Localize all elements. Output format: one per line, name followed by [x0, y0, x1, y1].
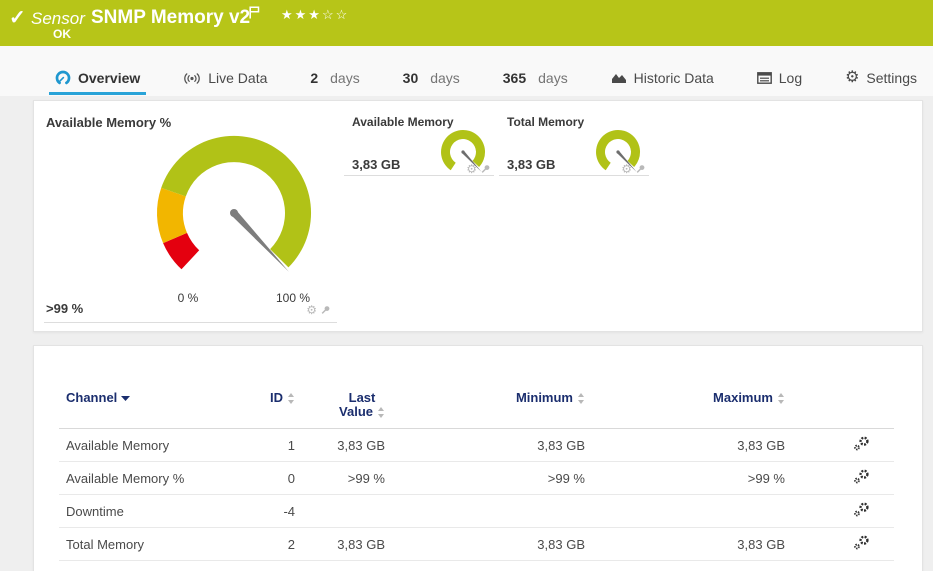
pin-icon[interactable]: [480, 164, 491, 175]
tab-day-unit: days: [430, 70, 460, 86]
tab-label: Log: [779, 70, 802, 86]
channels-card: Channel ID Las: [33, 345, 923, 571]
tab-overview[interactable]: Overview: [55, 60, 140, 96]
cell-channel[interactable]: Total Memory: [59, 528, 244, 561]
sort-header-id[interactable]: ID: [270, 391, 295, 405]
settings-gear-icon: ⚙: [845, 70, 859, 86]
sort-header-channel[interactable]: Channel: [66, 391, 130, 405]
tab-settings[interactable]: ⚙ Settings: [845, 60, 917, 96]
header-label: Last: [349, 390, 376, 405]
cell-maximum: 3,83 GB: [589, 429, 789, 462]
table-row: Available Memory % 0 >99 % >99 % >99 %: [59, 462, 894, 495]
gauge-tile-total-memory: Total Memory 3,83 GB ⚙: [499, 101, 649, 176]
priority-stars[interactable]: ★★★☆☆: [281, 7, 349, 23]
gauge-title: Total Memory: [507, 115, 584, 129]
cell-last-value: 3,83 GB: [299, 528, 389, 561]
tab-30-days[interactable]: 30 days: [403, 60, 460, 96]
cell-id: 0: [244, 462, 299, 495]
gauge-scale-min: 0 %: [163, 291, 213, 305]
cell-channel[interactable]: Downtime: [59, 495, 244, 528]
live-data-icon: [183, 72, 201, 85]
gauge-value: 3,83 GB: [507, 157, 555, 172]
object-kind-label: Sensor: [31, 9, 85, 29]
sort-desc-icon: [121, 396, 130, 401]
tab-day-count: 2: [310, 70, 318, 86]
cell-last-value: [299, 495, 389, 528]
cell-id: 1: [244, 429, 299, 462]
log-icon: [757, 72, 772, 84]
gauge-icon: [55, 70, 71, 86]
edit-channel-gears-icon[interactable]: [853, 502, 870, 518]
tab-365-days[interactable]: 365 days: [503, 60, 568, 96]
tab-label: Historic Data: [634, 70, 714, 86]
header-label: Value: [339, 405, 373, 419]
sort-header-maximum[interactable]: Maximum: [713, 391, 785, 405]
cell-minimum: 3,83 GB: [389, 429, 589, 462]
edit-channel-gears-icon[interactable]: [853, 535, 870, 551]
table-row: Total Memory 2 3,83 GB 3,83 GB 3,83 GB: [59, 528, 894, 561]
table-header-row: Channel ID Las: [59, 371, 894, 429]
cell-id: -4: [244, 495, 299, 528]
stars-filled: ★★★: [281, 7, 322, 22]
historic-chart-icon: [611, 71, 627, 85]
tab-historic-data[interactable]: Historic Data: [611, 60, 714, 96]
cell-minimum: [389, 495, 589, 528]
tab-day-unit: days: [538, 70, 568, 86]
header-label: Minimum: [516, 391, 573, 405]
sort-updown-icon: [577, 393, 585, 404]
gauge-value: >99 %: [46, 301, 83, 316]
header-label: Channel: [66, 391, 117, 405]
priority-flag-icon[interactable]: [249, 6, 260, 24]
cell-minimum: 3,83 GB: [389, 528, 589, 561]
sensor-title: SNMP Memory v2: [91, 7, 250, 29]
tab-day-count: 30: [403, 70, 419, 86]
sort-header-last-value[interactable]: Last Value: [339, 391, 385, 419]
channel-table: Channel ID Las: [59, 371, 894, 561]
cell-maximum: [589, 495, 789, 528]
tab-log[interactable]: Log: [757, 60, 802, 96]
gauge-segment-yellow: [157, 188, 187, 243]
cell-channel[interactable]: Available Memory %: [59, 462, 244, 495]
gauge-value: 3,83 GB: [352, 157, 400, 172]
cell-last-value: >99 %: [299, 462, 389, 495]
cell-minimum: >99 %: [389, 462, 589, 495]
tab-live-data[interactable]: Live Data: [183, 60, 267, 96]
stars-empty: ☆☆: [322, 7, 349, 22]
tab-day-count: 365: [503, 70, 526, 86]
cell-channel[interactable]: Available Memory: [59, 429, 244, 462]
tab-label: Live Data: [208, 70, 267, 86]
edit-channel-gears-icon[interactable]: [853, 436, 870, 452]
cell-maximum: 3,83 GB: [589, 528, 789, 561]
gauge-tile-available-memory: Available Memory 3,83 GB ⚙: [344, 101, 494, 176]
channel-settings-gear-icon[interactable]: ⚙: [306, 304, 317, 316]
pin-icon[interactable]: [320, 305, 331, 316]
cell-last-value: 3,83 GB: [299, 429, 389, 462]
tab-label: Settings: [866, 70, 917, 86]
tab-day-unit: days: [330, 70, 360, 86]
header-label: ID: [270, 391, 283, 405]
sort-header-minimum[interactable]: Minimum: [516, 391, 585, 405]
channel-settings-gear-icon[interactable]: ⚙: [621, 163, 632, 175]
tab-strip: Overview Live Data 2 days 30 days 365 da…: [0, 46, 933, 96]
channel-settings-gear-icon[interactable]: ⚙: [466, 163, 477, 175]
status-ok-check-icon: ✓: [9, 5, 26, 30]
pin-icon[interactable]: [635, 164, 646, 175]
overview-gauges-card: Available Memory % 0 % 100 % >99 % ⚙ Ava…: [33, 100, 923, 332]
sort-updown-icon: [777, 393, 785, 404]
tab-label: Overview: [78, 70, 140, 86]
cell-maximum: >99 %: [589, 462, 789, 495]
sort-updown-icon: [287, 393, 295, 404]
table-row: Available Memory 1 3,83 GB 3,83 GB 3,83 …: [59, 429, 894, 462]
main-gauge: [149, 128, 319, 298]
sort-updown-icon: [377, 407, 385, 418]
header-label: Maximum: [713, 391, 773, 405]
sensor-header-bar: ✓ Sensor SNMP Memory v2 ★★★☆☆ OK: [0, 0, 933, 46]
table-row: Downtime -4: [59, 495, 894, 528]
gauge-tile-available-memory-pct: Available Memory % 0 % 100 % >99 % ⚙: [44, 101, 337, 323]
cell-id: 2: [244, 528, 299, 561]
sensor-status-text: OK: [53, 27, 71, 41]
edit-channel-gears-icon[interactable]: [853, 469, 870, 485]
tab-2-days[interactable]: 2 days: [310, 60, 359, 96]
